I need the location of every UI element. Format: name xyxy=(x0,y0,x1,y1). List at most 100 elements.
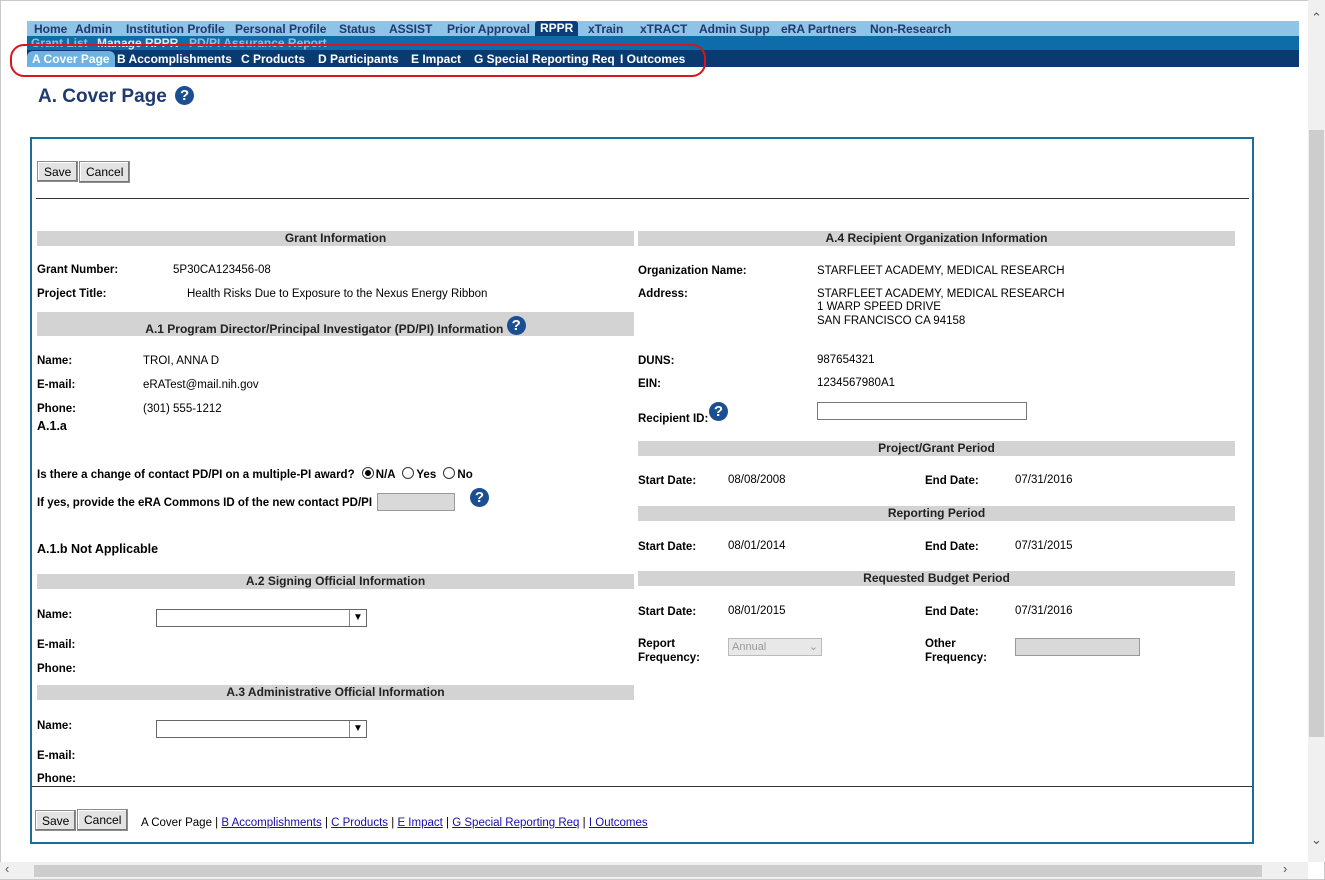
nav-admin[interactable]: Admin xyxy=(75,22,112,36)
radio-yes[interactable] xyxy=(402,467,415,479)
help-icon[interactable]: ? xyxy=(175,86,195,105)
project-period-header: Project/Grant Period xyxy=(638,441,1235,456)
report-frequency-select[interactable]: Annual ⌄ xyxy=(728,638,822,656)
recipient-id-help-icon[interactable]: ? xyxy=(709,402,728,421)
recipient-id-input[interactable] xyxy=(817,402,1027,420)
pdpi-name-value: TROI, ANNA D xyxy=(143,355,220,367)
report-frequency-label-1: Report xyxy=(638,638,676,650)
address-line-3: SAN FRANCISCO CA 94158 xyxy=(817,315,966,327)
bottom-link-b-accomplishments[interactable]: B Accomplishments xyxy=(221,817,321,829)
scroll-down-icon[interactable]: ⌄ xyxy=(1311,832,1322,848)
pdpi-email-value: eRATest@mail.nih.gov xyxy=(143,379,259,391)
budget-start-value: 08/01/2015 xyxy=(728,605,786,617)
link-separator: | xyxy=(324,817,328,829)
budget-end-value: 07/31/2016 xyxy=(1015,605,1073,617)
chevron-down-icon: ▼ xyxy=(349,721,366,737)
link-separator: | xyxy=(215,817,219,829)
radio-na-label: N/A xyxy=(375,469,396,481)
budget-start-label: Start Date: xyxy=(638,606,697,618)
nav-rppr[interactable]: RPPR xyxy=(535,21,579,36)
nav-institution-profile[interactable]: Institution Profile xyxy=(126,22,225,36)
signing-phone-label: Phone: xyxy=(37,663,76,675)
link-separator: | xyxy=(391,817,395,829)
link-separator: | xyxy=(446,817,450,829)
bottom-section-links: A Cover Page | B Accomplishments | C Pro… xyxy=(141,817,648,829)
a1a-heading: A.1.a xyxy=(37,419,67,433)
ein-label: EIN: xyxy=(638,378,661,390)
nav-assist[interactable]: ASSIST xyxy=(389,22,432,36)
admin-name-label: Name: xyxy=(37,720,73,732)
a1b-heading: A.1.b Not Applicable xyxy=(37,542,159,556)
budget-end-label: End Date: xyxy=(925,606,979,618)
chevron-down-icon: ▼ xyxy=(349,610,366,626)
page-title-text: A. Cover Page xyxy=(38,86,167,107)
project-start-label: Start Date: xyxy=(638,475,697,487)
cancel-button-bottom[interactable]: Cancel xyxy=(77,809,129,831)
bottom-link-c-products[interactable]: C Products xyxy=(331,817,388,829)
address-label: Address: xyxy=(638,288,688,300)
horizontal-scroll-thumb[interactable] xyxy=(34,865,1262,877)
radio-na[interactable] xyxy=(361,467,374,479)
bottom-link-e-impact[interactable]: E Impact xyxy=(397,817,442,829)
chevron-down-icon: ⌄ xyxy=(808,641,818,653)
project-title-value: Health Risks Due to Exposure to the Nexu… xyxy=(187,288,488,300)
project-end-label: End Date: xyxy=(925,475,979,487)
scroll-left-icon[interactable]: ‹ xyxy=(5,861,9,876)
nav-personal-profile[interactable]: Personal Profile xyxy=(235,22,326,36)
radio-no[interactable] xyxy=(443,467,456,479)
pdpi-help-icon[interactable]: ? xyxy=(506,316,526,335)
commons-help-icon[interactable]: ? xyxy=(470,488,489,507)
nav-home[interactable]: Home xyxy=(34,22,67,36)
bottom-link-i-outcomes[interactable]: I Outcomes xyxy=(589,817,648,829)
address-line-1: STARFLEET ACADEMY, MEDICAL RESEARCH xyxy=(817,288,1065,300)
tabs-highlight-outline xyxy=(10,44,706,77)
project-start-value: 08/08/2008 xyxy=(728,474,786,486)
radio-yes-label: Yes xyxy=(416,469,437,481)
divider-top xyxy=(36,198,1249,199)
top-navigation: Home Admin Institution Profile Personal … xyxy=(27,21,1299,36)
signing-name-label: Name: xyxy=(37,609,73,621)
grant-number-value: 5P30CA123456-08 xyxy=(173,264,271,276)
signing-official-header: A.2 Signing Official Information xyxy=(37,574,634,589)
vertical-scroll-thumb[interactable] xyxy=(1309,130,1324,737)
other-frequency-label-1: Other xyxy=(925,638,956,650)
admin-name-select[interactable]: ▼ xyxy=(156,720,367,738)
scroll-up-icon[interactable]: ⌃ xyxy=(1311,10,1322,26)
pdpi-name-label: Name: xyxy=(37,355,73,367)
signing-name-select[interactable]: ▼ xyxy=(156,609,367,627)
link-separator: | xyxy=(582,817,586,829)
project-title-label: Project Title: xyxy=(37,288,107,300)
recipient-id-label: Recipient ID: xyxy=(638,413,709,425)
nav-admin-supp[interactable]: Admin Supp xyxy=(699,22,770,36)
org-name-value: STARFLEET ACADEMY, MEDICAL RESEARCH xyxy=(817,265,1065,277)
pdpi-phone-value: (301) 555-1212 xyxy=(143,403,222,415)
recipient-org-header: A.4 Recipient Organization Information xyxy=(638,231,1235,246)
reporting-end-label: End Date: xyxy=(925,541,979,553)
nav-xtrain[interactable]: xTrain xyxy=(588,22,623,36)
scroll-right-icon[interactable]: › xyxy=(1283,861,1287,876)
nav-non-research[interactable]: Non-Research xyxy=(870,22,951,36)
nav-xtract[interactable]: xTRACT xyxy=(640,22,687,36)
commons-id-label: If yes, provide the eRA Commons ID of th… xyxy=(37,497,373,509)
signing-email-label: E-mail: xyxy=(37,639,76,651)
reporting-start-label: Start Date: xyxy=(638,541,697,553)
duns-label: DUNS: xyxy=(638,355,675,367)
nav-status[interactable]: Status xyxy=(339,22,376,36)
admin-official-header: A.3 Administrative Official Information xyxy=(37,685,634,700)
other-frequency-input[interactable] xyxy=(1015,638,1140,656)
project-end-value: 07/31/2016 xyxy=(1015,474,1073,486)
ein-value: 1234567980A1 xyxy=(817,377,896,389)
bottom-link-current: A Cover Page xyxy=(141,817,212,829)
save-button-top[interactable]: Save xyxy=(37,161,79,182)
bottom-link-g-special-reporting[interactable]: G Special Reporting Req xyxy=(452,817,579,829)
report-frequency-value: Annual xyxy=(732,641,767,653)
nav-prior-approval[interactable]: Prior Approval xyxy=(447,22,530,36)
commons-id-input[interactable] xyxy=(377,493,455,511)
cancel-button-top[interactable]: Cancel xyxy=(79,161,131,183)
save-button-bottom[interactable]: Save xyxy=(35,810,77,831)
duns-value: 987654321 xyxy=(817,354,875,366)
nav-era-partners[interactable]: eRA Partners xyxy=(781,22,857,36)
address-line-2: 1 WARP SPEED DRIVE xyxy=(817,301,941,313)
budget-period-header: Requested Budget Period xyxy=(638,571,1235,586)
change-pdpi-question-text: Is there a change of contact PD/PI on a … xyxy=(37,469,355,481)
